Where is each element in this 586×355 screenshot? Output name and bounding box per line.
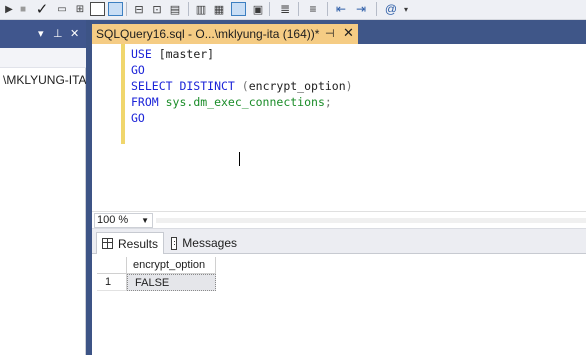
chevron-down-icon[interactable]: ▼ — [141, 214, 149, 227]
change-tracking-bar — [121, 44, 125, 144]
row-number[interactable]: 1 — [97, 274, 127, 291]
code-token: SELECT DISTINCT — [131, 79, 242, 93]
tab-results[interactable]: Results — [96, 232, 164, 254]
results-to-text-icon[interactable]: ▥ — [193, 0, 209, 18]
specify-values-icon[interactable]: @ — [382, 0, 400, 18]
code-token: ( — [241, 79, 249, 93]
code-line: SELECT DISTINCT (encrypt_option) — [131, 78, 353, 94]
object-explorer-panel: ▾ ⊥ ✕ \MKLYUNG-ITA — [0, 20, 87, 355]
toolbar-separator — [269, 2, 270, 16]
code-token: GO — [131, 63, 145, 77]
column-header[interactable]: encrypt_option — [127, 257, 216, 274]
close-icon[interactable]: ✕ — [343, 25, 354, 41]
toolbar-separator — [376, 2, 377, 16]
document-tab-active[interactable]: SQLQuery16.sql - O...\mklyung-ita (164))… — [92, 24, 358, 44]
grid-corner-header[interactable] — [97, 257, 127, 274]
results-tabs: Results Messages — [92, 229, 586, 254]
zoom-bar: 100 % ▼ — [92, 211, 586, 229]
include-plan-icon[interactable]: ⊟ — [131, 0, 147, 18]
table-cell[interactable]: FALSE — [127, 274, 216, 291]
tab-messages-label: Messages — [182, 236, 237, 250]
text-caret — [239, 152, 240, 166]
horizontal-scrollbar[interactable] — [156, 218, 586, 223]
results-grid-icon[interactable]: ▦ — [211, 0, 227, 18]
toolbar-separator — [188, 2, 189, 16]
query-options-icon[interactable]: ▭ — [54, 0, 70, 18]
results-grid-selected-icon[interactable] — [229, 0, 247, 18]
toolbar-overflow-icon[interactable]: ▾ — [401, 0, 411, 18]
object-explorer-toolbar — [0, 48, 86, 68]
code-token: [master] — [158, 47, 215, 61]
increase-indent-icon[interactable]: ⇥ — [352, 0, 370, 18]
toolbar-separator — [126, 2, 127, 16]
toolbar-separator — [327, 2, 328, 16]
code-line: USE [master] — [131, 46, 214, 62]
stop-icon[interactable]: ■ — [16, 0, 30, 18]
parse-check-icon[interactable]: ✓ — [34, 0, 50, 18]
zoom-value: 100 % — [97, 214, 129, 226]
code-token: USE — [131, 47, 159, 61]
messages-icon — [171, 236, 178, 250]
code-token: FROM — [131, 95, 166, 109]
uncomment-icon[interactable]: ≡ — [304, 0, 322, 18]
results-to-file-icon[interactable] — [106, 0, 124, 18]
tab-messages[interactable]: Messages — [166, 232, 242, 254]
dropdown-icon[interactable]: ▾ — [38, 27, 44, 40]
code-token: sys.dm_exec_connections — [165, 95, 325, 109]
code-token: ; — [324, 95, 332, 109]
pin-icon[interactable]: ⊣ — [325, 27, 335, 40]
grid-icon — [102, 238, 113, 249]
play-icon[interactable]: ▶ — [2, 0, 16, 18]
estimated-plan-icon[interactable]: ⊞ — [72, 0, 88, 18]
toolbar: ▶ ■ ✓ ▭ ⊞ ⊟ ⊡ ▤ ▥ ▦ ▣ ≣ ≡ ⇤ ⇥ @ ▾ — [0, 0, 586, 20]
decrease-indent-icon[interactable]: ⇤ — [332, 0, 350, 18]
server-node[interactable]: \MKLYUNG-ITA — [3, 73, 87, 87]
client-stats-icon[interactable]: ▤ — [167, 0, 183, 18]
live-stats-icon[interactable]: ⊡ — [149, 0, 165, 18]
code-line: FROM sys.dm_exec_connections; — [131, 94, 332, 110]
code-line: GO — [131, 110, 145, 126]
document-tab-title: SQLQuery16.sql - O...\mklyung-ita (164))… — [96, 27, 320, 41]
close-icon[interactable]: ✕ — [70, 27, 79, 40]
zoom-select[interactable]: 100 % ▼ — [94, 213, 153, 228]
code-line: GO — [131, 62, 145, 78]
comment-icon[interactable]: ≣ — [276, 0, 294, 18]
query-editor[interactable]: USE [master] GO SELECT DISTINCT (encrypt_o… — [92, 44, 586, 211]
code-token: GO — [131, 111, 145, 125]
tab-results-label: Results — [117, 236, 158, 251]
document-tab-strip: SQLQuery16.sql - O...\mklyung-ita (164))… — [92, 20, 586, 44]
object-explorer-header: ▾ ⊥ ✕ — [0, 20, 86, 48]
results-file-icon[interactable]: ▣ — [250, 0, 266, 18]
toolbar-separator — [298, 2, 299, 16]
code-token: encrypt_option — [248, 79, 346, 93]
code-token: ) — [345, 79, 353, 93]
results-to-grid-icon[interactable] — [88, 0, 106, 18]
pin-icon[interactable]: ⊥ — [53, 27, 63, 40]
